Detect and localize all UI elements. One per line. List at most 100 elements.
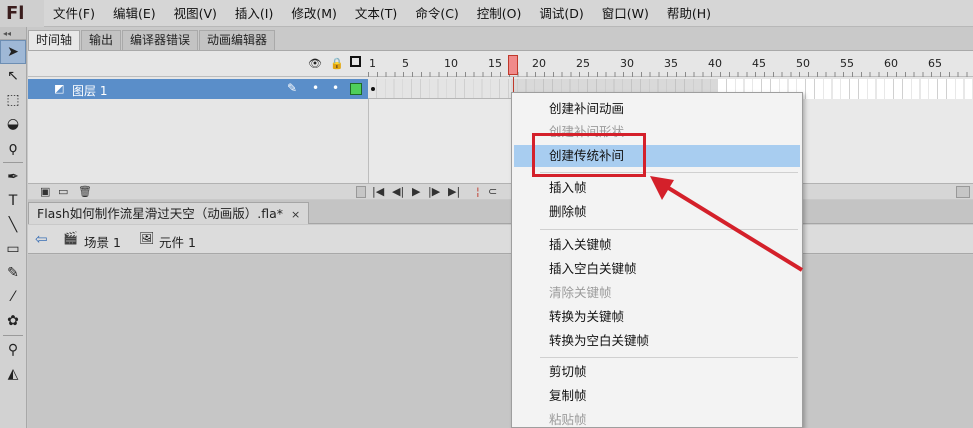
paint-bucket-tool-icon[interactable]: ◭ [0,362,26,386]
document-title: Flash如何制作流星滑过天空（动画版）.fla* [37,206,284,221]
frame-ruler[interactable]: 1 5 10 15 20 25 30 35 40 45 50 55 60 65 [368,51,973,77]
edit-bar: ⇦ 🎬 场景 1 🖼 元件 1 [28,225,973,254]
new-layer-icon[interactable]: ▣ [40,185,50,198]
ruler-label: 20 [532,57,546,70]
onion-skin-icon[interactable]: ⊂ [488,185,497,198]
ruler-label: 30 [620,57,634,70]
menu-item-create-motion-tween[interactable]: 创建补间动画 [514,98,800,120]
timeline-header: 👁 🔒 1 5 10 15 20 25 30 35 40 45 50 55 60… [28,51,973,77]
menu-modify[interactable]: 修改(M) [282,0,346,27]
menu-edit[interactable]: 编辑(E) [104,0,165,27]
menu-item-convert-to-blank-keyframe[interactable]: 转换为空白关键帧 [514,330,800,352]
flash-logo: Fl [0,0,44,27]
subselection-tool-icon[interactable]: ↖ [0,64,26,88]
close-icon[interactable]: × [291,208,300,221]
layer-row[interactable]: ◩ 图层 1 ✎ • • [28,79,368,99]
lock-icon[interactable]: 🔒 [330,57,344,70]
document-tab[interactable]: Flash如何制作流星滑过天空（动画版）.fla* × [28,202,310,224]
last-frame-icon[interactable]: ▶| [448,185,460,198]
ruler-ticks [368,72,973,77]
flash-window: Fl 文件(F) 编辑(E) 视图(V) 插入(I) 修改(M) 文本(T) 命… [0,0,973,428]
scrollbar-thumb[interactable] [356,186,366,198]
selection-tool-icon[interactable]: ➤ [0,40,26,64]
layer-outline-color[interactable] [350,83,362,95]
outline-icon[interactable] [350,56,361,67]
ruler-label: 5 [402,57,409,70]
pencil-tool-icon[interactable]: ✎ [0,261,26,285]
lock-dot[interactable]: • [332,81,339,95]
visibility-dot[interactable]: • [312,81,319,95]
menu-item-convert-to-keyframe[interactable]: 转换为关键帧 [514,306,800,328]
menu-item-copy-frames[interactable]: 复制帧 [514,385,800,407]
back-arrow-icon[interactable]: ⇦ [35,230,48,248]
menu-bar: Fl 文件(F) 编辑(E) 视图(V) 插入(I) 修改(M) 文本(T) 命… [0,0,973,27]
tab-timeline[interactable]: 时间轴 [28,30,81,50]
document-tab-bar: Flash如何制作流星滑过天空（动画版）.fla* × [28,200,973,224]
ruler-label: 55 [840,57,854,70]
playhead[interactable] [508,55,518,75]
rectangle-tool-icon[interactable]: ▭ [0,237,26,261]
eye-icon[interactable]: 👁 [308,57,322,70]
ruler-label: 65 [928,57,942,70]
menu-control[interactable]: 控制(O) [468,0,531,27]
3d-rotation-tool-icon[interactable]: ◒ [0,112,26,136]
ruler-label: 35 [664,57,678,70]
symbol-icon: 🖼 [139,231,155,245]
free-transform-tool-icon[interactable]: ⬚ [0,88,26,112]
next-frame-icon[interactable]: |▶ [428,185,440,198]
menu-window[interactable]: 窗口(W) [593,0,658,27]
prev-frame-icon[interactable]: ◀| [392,185,404,198]
brush-tool-icon[interactable]: ⁄ [0,285,26,309]
ruler-label: 15 [488,57,502,70]
new-folder-icon[interactable]: ▭ [58,185,68,198]
pencil-icon: ✎ [287,81,298,95]
filled-frames [368,79,511,98]
menu-view[interactable]: 视图(V) [165,0,226,27]
text-tool-icon[interactable]: T [0,189,26,213]
menu-text[interactable]: 文本(T) [346,0,406,27]
center-frame-icon[interactable]: ¦ [476,185,480,198]
ruler-label: 60 [884,57,898,70]
menu-item-cut-frames[interactable]: 剪切帧 [514,361,800,383]
stage-area[interactable] [28,255,973,428]
timeline-panel: 👁 🔒 1 5 10 15 20 25 30 35 40 45 50 55 60… [28,50,973,199]
layer-list-area [28,99,368,185]
deco-tool-icon[interactable]: ✿ [0,309,26,333]
breadcrumb-symbol[interactable]: 元件 1 [159,232,196,251]
collapse-toggle-icon[interactable]: ◂◂ [0,27,26,40]
line-tool-icon[interactable]: ╲ [0,213,26,237]
bone-tool-icon[interactable]: ⚲ [0,338,26,362]
delete-layer-icon[interactable]: 🗑 [78,185,92,198]
panel-tabs: 时间轴 输出 编译器错误 动画编辑器 [28,30,276,50]
first-frame-icon[interactable]: |◀ [372,185,384,198]
ruler-label: 50 [796,57,810,70]
scrollbar-thumb[interactable] [956,186,970,198]
menu-debug[interactable]: 调试(D) [530,0,592,27]
ruler-label: 40 [708,57,722,70]
lasso-tool-icon[interactable]: ϙ [0,136,26,160]
menu-file[interactable]: 文件(F) [44,0,104,27]
menu-help[interactable]: 帮助(H) [658,0,720,27]
ruler-label: 25 [576,57,590,70]
ruler-label: 1 [369,57,376,70]
play-icon[interactable]: ▶ [412,185,420,198]
scene-icon: 🎬 [63,231,78,245]
layer-icon: ◩ [54,82,65,95]
layer-name: 图层 1 [72,84,108,98]
menu-commands[interactable]: 命令(C) [406,0,467,27]
tab-compiler-errors[interactable]: 编译器错误 [122,30,199,50]
menu-insert[interactable]: 插入(I) [226,0,282,27]
tool-divider [3,162,23,163]
menu-separator [540,357,798,358]
menu-item-paste-frames: 粘贴帧 [549,412,587,427]
annotation-highlight-box [532,133,646,177]
pen-tool-icon[interactable]: ✒ [0,165,26,189]
keyframe-marker[interactable] [371,87,375,91]
tool-divider [3,335,23,336]
tools-panel: ◂◂ ➤ ↖ ⬚ ◒ ϙ ✒ T ╲ ▭ ✎ ⁄ ✿ ⚲ ◭ [0,27,27,428]
tab-motion-editor[interactable]: 动画编辑器 [199,30,276,50]
tab-output[interactable]: 输出 [81,30,122,50]
menu-item-clear-keyframe: 清除关键帧 [549,285,612,300]
breadcrumb-scene[interactable]: 场景 1 [84,232,121,251]
ruler-label: 10 [444,57,458,70]
